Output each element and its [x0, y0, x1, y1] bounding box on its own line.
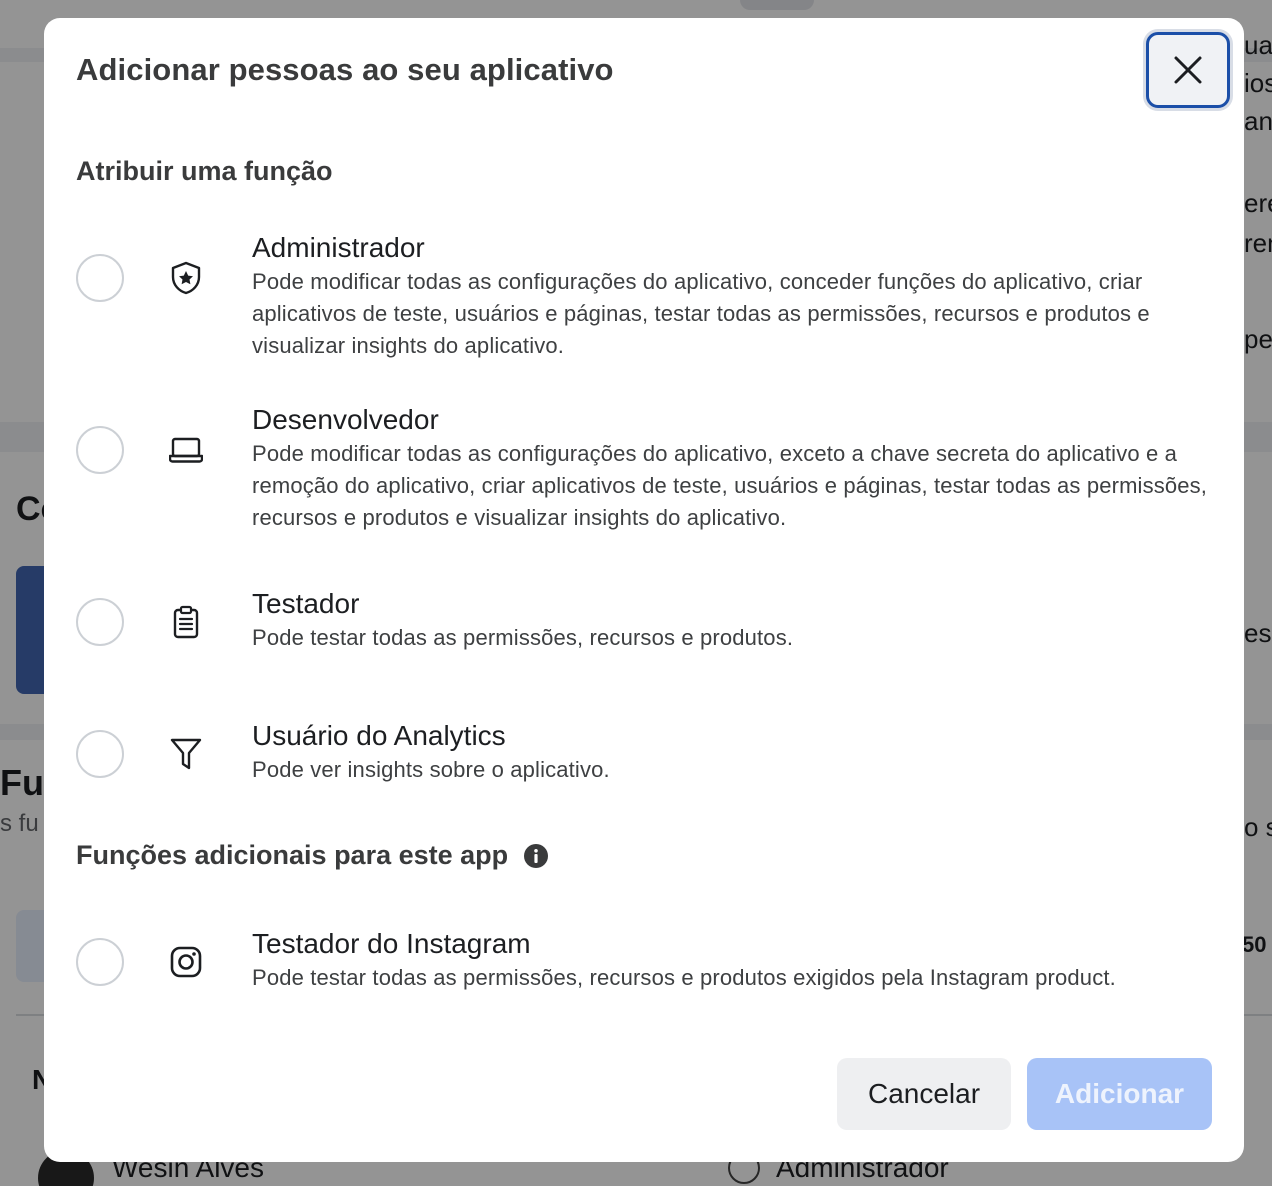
- radio-instagram[interactable]: [76, 938, 124, 986]
- laptop-icon: [166, 430, 206, 470]
- instagram-icon: [166, 942, 206, 982]
- role-option-desenvolvedor[interactable]: Desenvolvedor Pode modificar todas as co…: [76, 404, 1216, 554]
- close-icon: [1174, 56, 1202, 84]
- role-option-instagram[interactable]: Testador do Instagram Pode testar todas …: [76, 928, 1216, 1008]
- role-option-analytics[interactable]: Usuário do Analytics Pode ver insights s…: [76, 720, 1216, 800]
- cancel-button[interactable]: Cancelar: [837, 1058, 1011, 1130]
- clipboard-icon: [166, 602, 206, 642]
- radio-desenvolvedor[interactable]: [76, 426, 124, 474]
- info-icon[interactable]: [524, 843, 549, 868]
- role-description: Pode modificar todas as configurações do…: [252, 441, 1208, 530]
- role-option-administrador[interactable]: Administrador Pode modificar todas as co…: [76, 232, 1216, 382]
- role-description: Pode ver insights sobre o aplicativo.: [252, 757, 610, 782]
- role-option-testador[interactable]: Testador Pode testar todas as permissões…: [76, 588, 1216, 668]
- role-description: Pode testar todas as permissões, recurso…: [252, 625, 794, 650]
- funnel-icon: [166, 734, 206, 774]
- close-button[interactable]: [1146, 32, 1230, 108]
- role-description: Pode modificar todas as configurações do…: [252, 269, 1150, 358]
- role-name: Testador do Instagram: [252, 928, 531, 959]
- role-name: Desenvolvedor: [252, 404, 439, 435]
- role-name: Administrador: [252, 232, 425, 263]
- add-button[interactable]: Adicionar: [1027, 1058, 1212, 1130]
- dialog-title: Adicionar pessoas ao seu aplicativo: [76, 52, 614, 87]
- radio-administrador[interactable]: [76, 254, 124, 302]
- shield-star-icon: [166, 258, 206, 298]
- additional-roles-label: Funções adicionais para este app: [76, 840, 509, 870]
- assign-role-heading: Atribuir uma função: [76, 156, 333, 187]
- additional-roles-heading: Funções adicionais para este app: [76, 840, 549, 871]
- assign-role-label: Atribuir uma função: [76, 156, 333, 186]
- radio-testador[interactable]: [76, 598, 124, 646]
- radio-analytics[interactable]: [76, 730, 124, 778]
- role-description: Pode testar todas as permissões, recurso…: [252, 965, 1116, 990]
- role-name: Testador: [252, 588, 360, 619]
- role-name: Usuário do Analytics: [252, 720, 506, 751]
- add-people-dialog: Adicionar pessoas ao seu aplicativo Atri…: [44, 18, 1244, 1162]
